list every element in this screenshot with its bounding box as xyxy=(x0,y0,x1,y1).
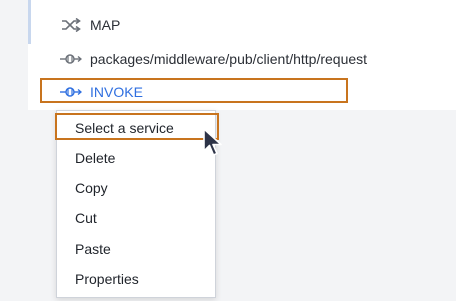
invoke-step-highlight xyxy=(40,78,348,103)
menu-item-highlight xyxy=(55,113,219,140)
mouse-cursor-icon xyxy=(202,128,224,158)
menu-item-paste[interactable]: Paste xyxy=(75,241,111,257)
flow-panel-accent xyxy=(28,0,31,44)
flow-step-map[interactable]: MAP xyxy=(60,14,120,36)
menu-item-copy[interactable]: Copy xyxy=(75,180,108,196)
map-shuffle-icon xyxy=(60,18,82,32)
menu-item-properties[interactable]: Properties xyxy=(75,271,139,287)
menu-item-cut[interactable]: Cut xyxy=(75,210,97,226)
invoke-icon xyxy=(60,52,82,66)
menu-item-delete[interactable]: Delete xyxy=(75,150,115,166)
flow-step-http-request[interactable]: packages/middleware/pub/client/http/requ… xyxy=(60,48,367,70)
flow-step-map-label: MAP xyxy=(90,17,121,33)
flow-step-http-request-label: packages/middleware/pub/client/http/requ… xyxy=(90,51,368,67)
